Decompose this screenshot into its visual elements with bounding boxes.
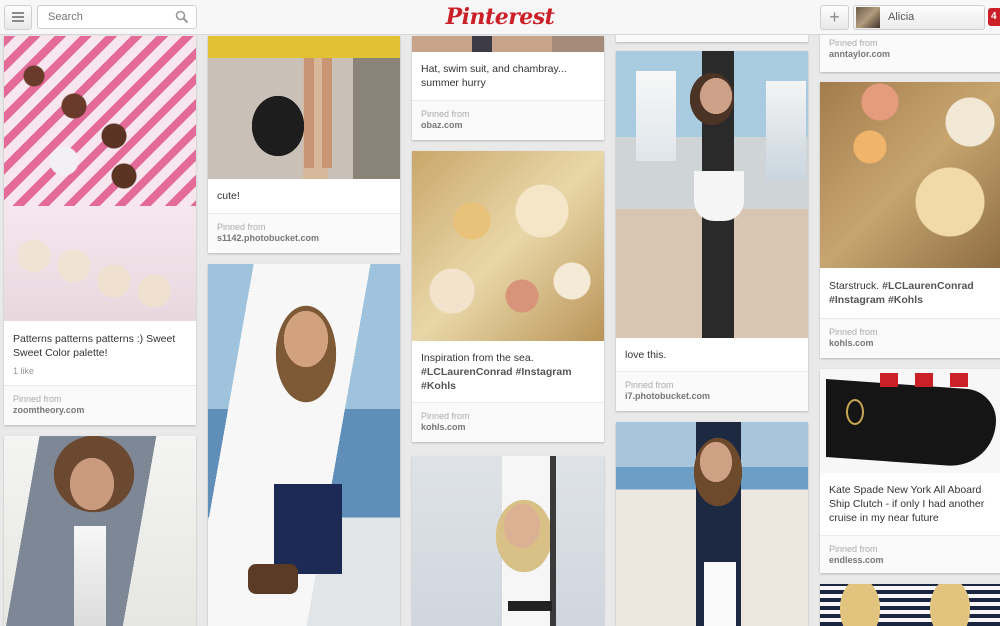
source-domain[interactable]: s1142.photobucket.com bbox=[217, 233, 319, 243]
pin-image-starfish[interactable] bbox=[820, 82, 1000, 268]
source-domain[interactable]: obaz.com bbox=[421, 120, 463, 130]
pin-card[interactable]: cute! Pinned from s1142.photobucket.com bbox=[208, 36, 400, 253]
pin-card[interactable]: Pinned from anntaylor.com bbox=[820, 30, 1000, 72]
pin-image-handbag-legs[interactable] bbox=[208, 36, 400, 179]
notification-badge[interactable]: 4 bbox=[988, 8, 1000, 26]
pin-description: love this. bbox=[625, 349, 667, 361]
search-icon[interactable] bbox=[175, 10, 189, 24]
pin-description: Starstruck. #LCLaurenConrad #Instagram #… bbox=[829, 279, 996, 307]
pinned-from-label: Pinned from bbox=[421, 109, 470, 119]
pinned-from-label: Pinned from bbox=[421, 411, 470, 421]
pin-description: Patterns patterns patterns :) Sweet Swee… bbox=[13, 333, 176, 359]
pin-source[interactable]: Pinned from zoomtheory.com bbox=[4, 385, 196, 425]
pin-card[interactable]: love this. Pinned from i7.photobucket.co… bbox=[616, 51, 808, 411]
pin-image-blonde-woman[interactable] bbox=[412, 456, 604, 626]
source-domain[interactable]: zoomtheory.com bbox=[13, 405, 84, 415]
pin-source[interactable]: Pinned from obaz.com bbox=[412, 100, 604, 140]
pin-image-swimsuit-legs[interactable] bbox=[412, 36, 604, 52]
source-domain[interactable]: kohls.com bbox=[421, 422, 466, 432]
description-text: Starstruck. bbox=[829, 280, 880, 292]
pinterest-logo[interactable]: Pinterest bbox=[438, 2, 562, 32]
pin-image-beach-woman[interactable] bbox=[616, 422, 808, 626]
pin-source[interactable]: Pinned from anntaylor.com bbox=[820, 30, 1000, 72]
pin-card[interactable] bbox=[208, 264, 400, 626]
pinned-from-label: Pinned from bbox=[829, 544, 878, 554]
add-pin-button[interactable]: + bbox=[820, 5, 849, 30]
user-menu[interactable]: Alicia bbox=[853, 5, 985, 30]
pin-card[interactable] bbox=[412, 456, 604, 626]
pin-source[interactable]: Pinned from endless.com bbox=[820, 535, 1000, 573]
pin-card[interactable] bbox=[820, 584, 1000, 626]
pin-description: Hat, swim suit, and chambray... summer h… bbox=[421, 63, 567, 89]
pin-image-seashells[interactable] bbox=[412, 151, 604, 341]
pin-image-blazer-woman[interactable] bbox=[4, 436, 196, 626]
pin-image-sailor-girls[interactable] bbox=[820, 584, 1000, 626]
pin-source[interactable]: Pinned from i7.photobucket.com bbox=[616, 371, 808, 411]
pin-card[interactable]: Kate Spade New York All Aboard Ship Clut… bbox=[820, 369, 1000, 573]
pin-source[interactable]: Pinned from s1142.photobucket.com bbox=[208, 213, 400, 253]
pin-image-cupcakes[interactable] bbox=[4, 36, 196, 321]
avatar bbox=[856, 7, 880, 28]
source-domain[interactable]: kohls.com bbox=[829, 338, 874, 348]
source-domain[interactable]: i7.photobucket.com bbox=[625, 391, 710, 401]
pin-card[interactable] bbox=[616, 422, 808, 626]
pin-card[interactable]: Patterns patterns patterns :) Sweet Swee… bbox=[4, 36, 196, 425]
pin-card[interactable]: Starstruck. #LCLaurenConrad #Instagram #… bbox=[820, 82, 1000, 358]
pin-description: cute! bbox=[217, 190, 240, 202]
top-bar: Pinterest + Alicia 4 bbox=[0, 0, 1000, 35]
pinned-from-label: Pinned from bbox=[829, 327, 878, 337]
pin-description: Inspiration from the sea. #LCLaurenConra… bbox=[421, 351, 596, 393]
search-box[interactable] bbox=[37, 5, 197, 29]
description-text: Inspiration from the sea. bbox=[421, 352, 534, 364]
like-count[interactable]: 1 like bbox=[13, 366, 34, 376]
pin-card[interactable]: Inspiration from the sea. #LCLaurenConra… bbox=[412, 151, 604, 442]
user-name: Alicia bbox=[888, 11, 915, 23]
pin-image-marina-woman[interactable] bbox=[616, 51, 808, 338]
add-icon: + bbox=[829, 7, 840, 27]
description-hashtags[interactable]: #LCLaurenConrad #Instagram #Kohls bbox=[421, 366, 572, 392]
pin-image-sailor-woman[interactable] bbox=[208, 264, 400, 626]
menu-button[interactable] bbox=[4, 5, 32, 30]
pinned-from-label: Pinned from bbox=[625, 380, 674, 390]
pin-image-ship-clutch[interactable] bbox=[820, 369, 1000, 473]
pin-description: Kate Spade New York All Aboard Ship Clut… bbox=[829, 484, 985, 524]
pinned-from-label: Pinned from bbox=[217, 222, 266, 232]
pin-card[interactable]: Hat, swim suit, and chambray... summer h… bbox=[412, 36, 604, 140]
pin-card[interactable] bbox=[4, 436, 196, 626]
search-input[interactable] bbox=[46, 6, 170, 28]
pin-source[interactable]: Pinned from kohls.com bbox=[820, 318, 1000, 358]
pinned-from-label: Pinned from bbox=[13, 394, 62, 404]
pin-source[interactable]: Pinned from kohls.com bbox=[412, 402, 604, 442]
source-domain[interactable]: endless.com bbox=[829, 555, 884, 565]
source-domain[interactable]: anntaylor.com bbox=[829, 49, 890, 59]
pinned-from-label: Pinned from bbox=[829, 38, 878, 48]
